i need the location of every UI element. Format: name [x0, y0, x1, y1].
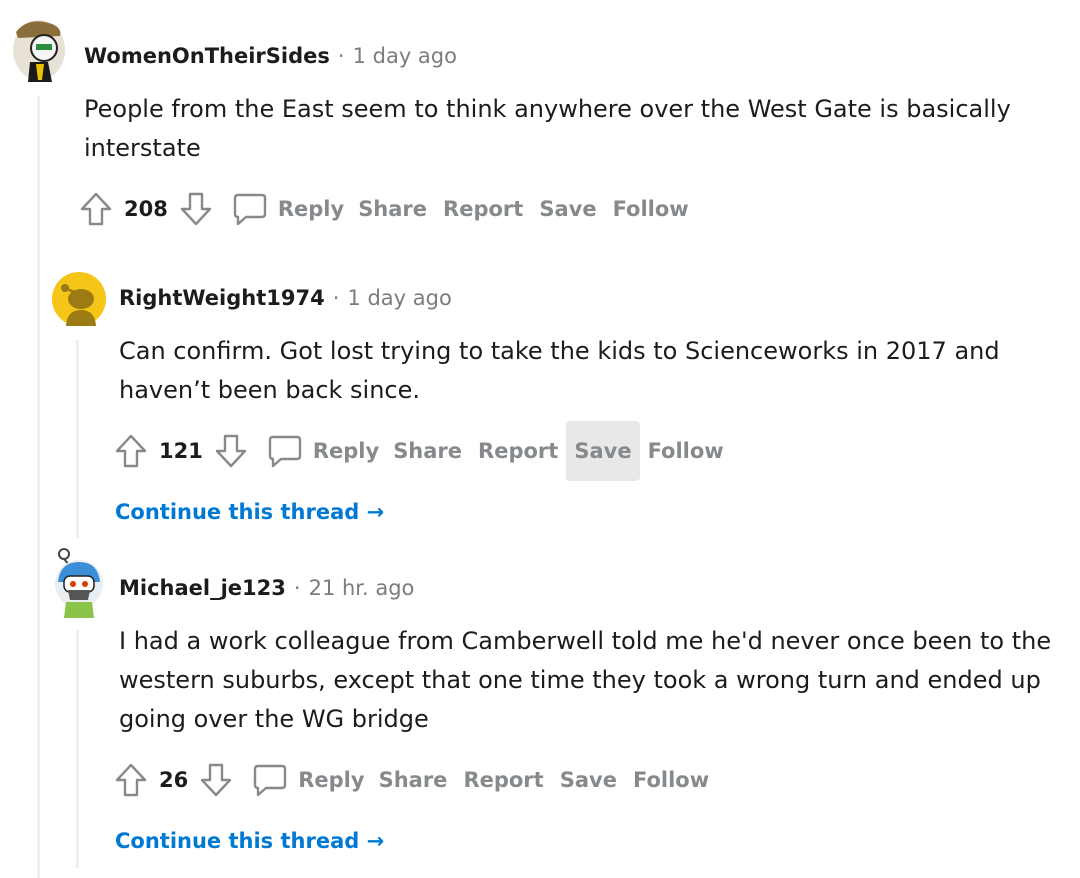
thread-line-reply-2[interactable] [76, 630, 79, 868]
comment-thread: WomenOnTheirSides · 1 day ago People fro… [0, 0, 1080, 878]
comment-body: People from the East seem to think anywh… [84, 90, 1064, 168]
report-button[interactable]: Report [470, 421, 566, 481]
comment-line: western suburbs, except that one time th… [119, 666, 1041, 694]
author-name[interactable]: Michael_je123 [119, 576, 286, 600]
author-name[interactable]: WomenOnTheirSides [84, 44, 330, 68]
upvote-icon[interactable] [113, 760, 149, 800]
comment-bubble-icon [233, 193, 267, 226]
report-button[interactable]: Report [435, 179, 531, 239]
comment-actions: 121 Reply Share Report Save Follow [113, 421, 732, 481]
vote-score: 208 [124, 197, 168, 221]
comment-meta: WomenOnTheirSides · 1 day ago [84, 44, 457, 68]
comment-line: haven’t been back since. [119, 376, 421, 404]
comment-timestamp[interactable]: 1 day ago [353, 44, 457, 68]
comment-meta: Michael_je123 · 21 hr. ago [119, 576, 414, 600]
report-button[interactable]: Report [455, 750, 551, 810]
comment-line: Can confirm. Got lost trying to take the… [119, 337, 1000, 365]
comment-bubble-icon [254, 764, 287, 797]
comment-body: Can confirm. Got lost trying to take the… [119, 332, 1069, 410]
follow-button[interactable]: Follow [640, 421, 732, 481]
reply-label: Reply [277, 197, 345, 221]
comment-line: People from the East seem to think anywh… [84, 95, 1011, 123]
save-button[interactable]: Save [531, 179, 604, 239]
thread-line-root[interactable] [37, 96, 40, 878]
comment-bubble-icon [268, 435, 302, 468]
continue-thread-link[interactable]: Continue this thread → [115, 829, 384, 853]
comment-timestamp[interactable]: 1 day ago [347, 286, 451, 310]
comment-meta: RightWeight1974 · 1 day ago [119, 286, 452, 310]
meta-separator: · [332, 286, 340, 310]
upvote-icon[interactable] [78, 189, 114, 229]
comment-body: I had a work colleague from Camberwell t… [119, 622, 1074, 739]
downvote-icon[interactable] [178, 189, 214, 229]
avatar-womenontheirsides[interactable] [8, 14, 70, 84]
downvote-icon[interactable] [213, 431, 249, 471]
reply-label: Reply [298, 768, 365, 792]
meta-separator: · [293, 576, 301, 600]
comment-timestamp[interactable]: 21 hr. ago [309, 576, 415, 600]
follow-button[interactable]: Follow [605, 179, 697, 239]
vote-score: 121 [159, 439, 203, 463]
comment-line: interstate [84, 134, 201, 162]
author-name[interactable]: RightWeight1974 [119, 286, 325, 310]
avatar-rightweight1974[interactable] [52, 272, 106, 326]
thread-line-reply-1[interactable] [76, 340, 79, 538]
reply-label: Reply [312, 439, 380, 463]
continue-thread-link[interactable]: Continue this thread → [115, 500, 384, 524]
share-button[interactable]: Share [371, 750, 456, 810]
vote-score: 26 [159, 768, 189, 792]
follow-button[interactable]: Follow [625, 750, 717, 810]
reply-button[interactable]: Reply [246, 750, 370, 810]
share-button[interactable]: Share [350, 179, 435, 239]
meta-separator: · [337, 44, 345, 68]
share-button[interactable]: Share [385, 421, 470, 481]
comment-actions: 26 Reply Share Report Save Follow [113, 750, 717, 810]
comment-line: going over the WG bridge [119, 705, 429, 733]
save-button[interactable]: Save [566, 421, 640, 481]
downvote-icon[interactable] [198, 760, 234, 800]
save-button[interactable]: Save [552, 750, 625, 810]
comment-actions: 208 Reply Share Report Save Follow [78, 179, 697, 239]
reply-button[interactable]: Reply [226, 179, 350, 239]
upvote-icon[interactable] [113, 431, 149, 471]
avatar-michael-je123[interactable] [52, 546, 106, 618]
comment-line: I had a work colleague from Camberwell t… [119, 627, 1052, 655]
reply-button[interactable]: Reply [261, 421, 385, 481]
